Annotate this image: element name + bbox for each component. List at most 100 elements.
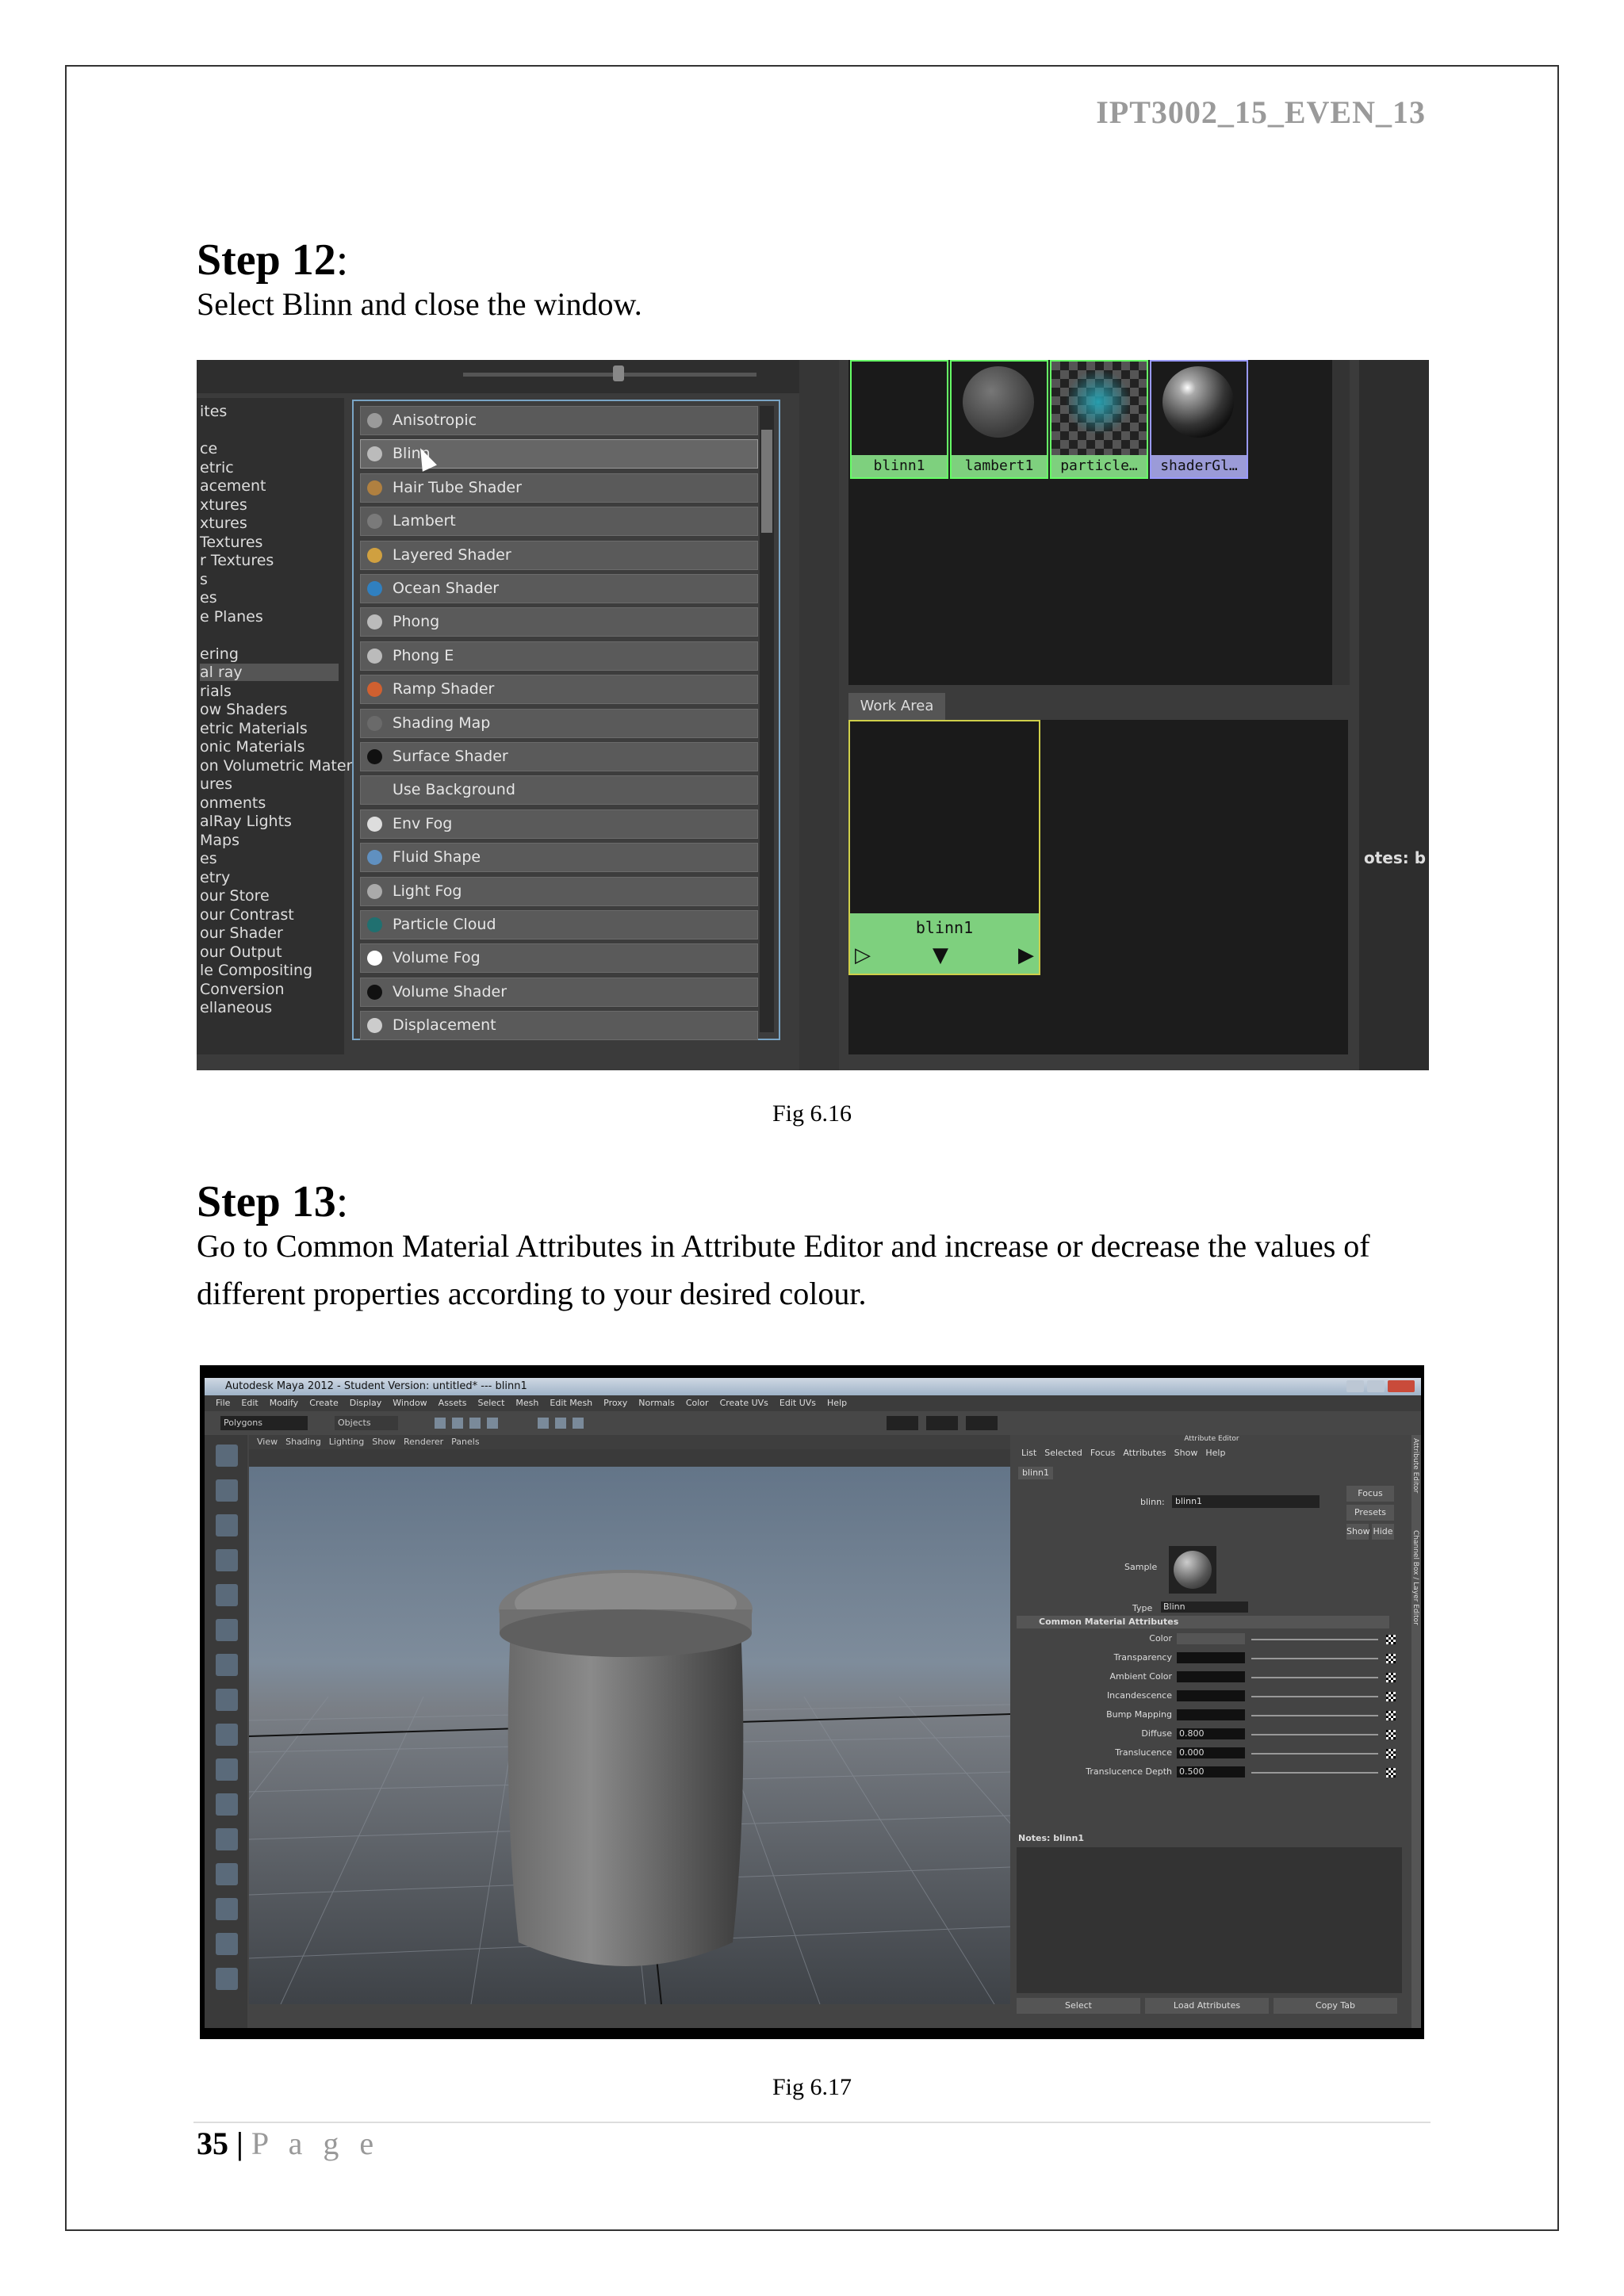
shader-list-scrollbar[interactable] <box>760 406 774 1032</box>
attribute-slider[interactable] <box>1251 1658 1378 1659</box>
hide-button[interactable]: Hide <box>1372 1524 1394 1540</box>
swatch-particle[interactable]: particle… <box>1050 360 1148 479</box>
attribute-menu-item[interactable]: List <box>1021 1448 1036 1458</box>
notes-text-area[interactable] <box>1017 1847 1402 1993</box>
category-item[interactable]: ures <box>200 775 232 793</box>
menu-item[interactable]: Normals <box>638 1398 675 1408</box>
attribute-value-field[interactable]: 0.000 <box>1177 1747 1245 1758</box>
swatch-shaderglow[interactable]: shaderGl… <box>1150 360 1248 479</box>
type-dropdown[interactable]: Blinn <box>1161 1601 1248 1613</box>
attribute-slider[interactable] <box>1251 1696 1378 1697</box>
x-field[interactable] <box>887 1416 918 1430</box>
map-button-icon[interactable] <box>1386 1654 1396 1663</box>
attribute-value-field[interactable] <box>1177 1709 1245 1720</box>
map-button-icon[interactable] <box>1386 1711 1396 1720</box>
perspective-viewport[interactable]: View Shading Lighting Show Renderer Panels <box>249 1435 1010 2004</box>
shader-item-anisotropic[interactable]: Anisotropic <box>360 406 758 435</box>
snap-point-icon[interactable] <box>487 1418 498 1429</box>
shader-item-shading-map[interactable]: Shading Map <box>360 708 758 738</box>
menu-item[interactable]: Color <box>686 1398 709 1408</box>
map-button-icon[interactable] <box>1386 1768 1396 1777</box>
attribute-menu-item[interactable]: Attributes <box>1123 1448 1166 1458</box>
layout-uv-icon[interactable] <box>216 1968 238 1990</box>
shader-item-light-fog[interactable]: Light Fog <box>360 876 758 906</box>
menu-item[interactable]: Proxy <box>603 1398 627 1408</box>
rotate-tool-icon[interactable] <box>216 1584 238 1606</box>
category-item[interactable]: onic Materials <box>200 738 305 756</box>
maximize-icon[interactable] <box>1367 1380 1385 1392</box>
shader-item-particle-cloud[interactable]: Particle Cloud <box>360 910 758 939</box>
attribute-value-field[interactable]: 0.500 <box>1177 1766 1245 1777</box>
lasso-tool-icon[interactable] <box>216 1479 238 1502</box>
play-outline-icon[interactable]: ▷ <box>855 943 871 967</box>
y-field[interactable] <box>926 1416 958 1430</box>
category-item[interactable]: our Store <box>200 887 270 905</box>
attribute-slider[interactable] <box>1251 1734 1378 1735</box>
category-item[interactable]: our Contrast <box>200 906 294 924</box>
category-item[interactable]: etric Materials <box>200 720 308 737</box>
common-material-attributes-header[interactable]: Common Material Attributes <box>1017 1616 1389 1628</box>
menu-set-selector[interactable]: Polygons <box>220 1416 308 1430</box>
selection-mask-objects[interactable]: Objects <box>335 1416 398 1430</box>
shader-item-phong[interactable]: Phong <box>360 607 758 637</box>
shader-item-env-fog[interactable]: Env Fog <box>360 809 758 839</box>
attribute-value-field[interactable] <box>1177 1633 1245 1644</box>
category-item[interactable]: Textures <box>200 534 262 551</box>
soft-mod-icon[interactable] <box>216 1724 238 1746</box>
menu-item[interactable]: Edit Mesh <box>550 1398 592 1408</box>
swatch-scrollbar[interactable] <box>1332 360 1350 685</box>
layout-hypershade-icon[interactable] <box>216 1933 238 1955</box>
swatch-blinn1[interactable]: blinn1 <box>850 360 948 479</box>
tab-attribute-editor[interactable]: Attribute Editor <box>1411 1438 1419 1493</box>
select-tool-icon[interactable] <box>216 1445 238 1467</box>
presets-button[interactable]: Presets <box>1346 1505 1394 1521</box>
shader-item-layered-shader[interactable]: Layered Shader <box>360 540 758 570</box>
category-item[interactable]: onments <box>200 794 266 812</box>
category-item[interactable]: on Volumetric Materi... <box>200 757 371 775</box>
move-tool-icon[interactable] <box>216 1549 238 1571</box>
category-item[interactable]: r Textures <box>200 552 274 569</box>
menu-item[interactable]: Display <box>350 1398 382 1408</box>
map-button-icon[interactable] <box>1386 1730 1396 1739</box>
blinn1-node[interactable]: blinn1 ▷ ▼ ▶ <box>848 720 1040 975</box>
select-icon[interactable] <box>435 1418 446 1429</box>
menu-item[interactable]: Select <box>477 1398 504 1408</box>
category-item[interactable]: es <box>200 589 217 607</box>
scale-tool-icon[interactable] <box>216 1619 238 1641</box>
menu-item[interactable]: Help <box>827 1398 847 1408</box>
category-item[interactable]: s <box>200 571 208 588</box>
category-item[interactable]: le Compositing <box>200 962 312 979</box>
create-category-list[interactable]: ites ce etric acement xtures xtures Textures r … <box>197 398 371 1054</box>
map-button-icon[interactable] <box>1386 1692 1396 1701</box>
minimize-icon[interactable] <box>1346 1380 1364 1392</box>
shader-item-volume-shader[interactable]: Volume Shader <box>360 977 758 1007</box>
node-connection-bar[interactable]: ▷ ▼ ▶ <box>850 942 1039 974</box>
focus-button[interactable]: Focus <box>1346 1486 1394 1502</box>
menu-item[interactable]: Window <box>393 1398 427 1408</box>
shader-item-volume-fog[interactable]: Volume Fog <box>360 943 758 974</box>
category-item[interactable]: xtures <box>200 496 247 514</box>
tab-work-area[interactable]: Work Area <box>848 693 945 720</box>
size-slider-handle[interactable] <box>613 365 624 381</box>
menu-item[interactable]: Edit UVs <box>779 1398 816 1408</box>
tab-channel-box[interactable]: Channel Box / Layer Editor <box>1411 1530 1419 1625</box>
menu-item[interactable]: Create UVs <box>720 1398 768 1408</box>
attribute-slider[interactable] <box>1251 1715 1378 1716</box>
map-button-icon[interactable] <box>1386 1635 1396 1644</box>
select-button[interactable]: Select <box>1017 1998 1140 2014</box>
category-item[interactable]: etry <box>200 869 230 886</box>
shader-item-ramp-shader[interactable]: Ramp Shader <box>360 675 758 705</box>
category-item[interactable]: acement <box>200 477 266 495</box>
category-item[interactable]: Maps <box>200 832 239 849</box>
snap-curve-icon[interactable] <box>469 1418 481 1429</box>
render-settings-icon[interactable] <box>573 1418 584 1429</box>
menu-item[interactable]: Modify <box>270 1398 298 1408</box>
attribute-slider[interactable] <box>1251 1753 1378 1755</box>
snap-grid-icon[interactable] <box>452 1418 463 1429</box>
layout-single-icon[interactable] <box>216 1793 238 1816</box>
category-item[interactable]: xtures <box>200 515 247 532</box>
category-item[interactable]: Conversion <box>200 981 285 998</box>
layout-graph-icon[interactable] <box>216 1898 238 1920</box>
menu-item[interactable]: Mesh <box>515 1398 538 1408</box>
attribute-value-field[interactable]: 0.800 <box>1177 1728 1245 1739</box>
